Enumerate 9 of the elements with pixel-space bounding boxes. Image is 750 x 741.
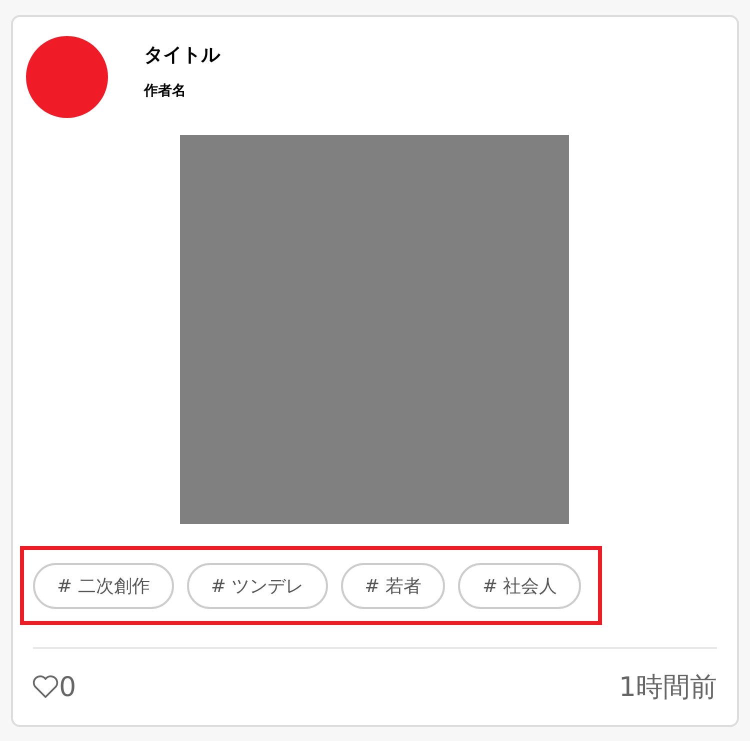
tag-chip[interactable]: # 二次創作 — [33, 562, 174, 608]
tag-chip[interactable]: # ツンデレ — [186, 562, 328, 608]
author-name: 作者名 — [144, 82, 187, 100]
heart-icon[interactable] — [32, 675, 59, 699]
post-time: 1時間前 — [618, 671, 717, 705]
tag-chip[interactable]: # 若者 — [340, 562, 446, 608]
like-count: 0 — [59, 672, 76, 702]
tag-chip[interactable]: # 社会人 — [458, 562, 582, 608]
post-title: タイトル — [144, 43, 220, 68]
